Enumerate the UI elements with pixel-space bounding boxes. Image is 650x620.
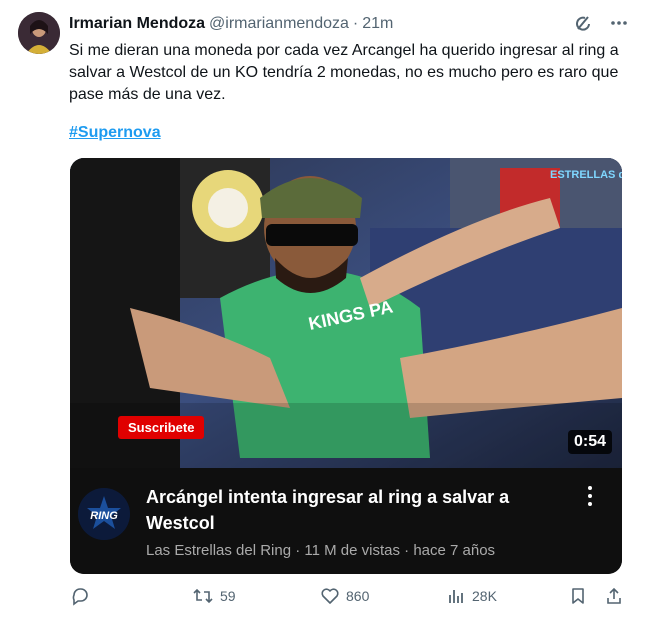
like-button[interactable]: 860: [320, 586, 369, 606]
tweet-time[interactable]: 21m: [362, 15, 393, 32]
author-name[interactable]: Irmarian Mendoza: [69, 15, 205, 32]
bookmark-button[interactable]: [568, 586, 588, 606]
channel-logo-text: RING: [90, 510, 118, 522]
tweet-actions: 59 860 28K: [70, 586, 630, 612]
tweet-text: Si me dieran una moneda por cada vez Arc…: [69, 42, 619, 103]
views-icon: [446, 586, 466, 606]
avatar[interactable]: [18, 12, 60, 54]
video-info: RING Arcángel intenta ingresar al ring a…: [70, 468, 622, 574]
tweet-header: Irmarian Mendoza @irmarianmendoza · 21m: [69, 14, 393, 34]
heart-icon: [320, 586, 340, 606]
like-count: 860: [346, 588, 370, 604]
views-count: 28K: [472, 588, 497, 604]
hashtag-link[interactable]: #Supernova: [69, 124, 161, 142]
video-more-icon[interactable]: [588, 486, 594, 506]
share-icon: [604, 586, 624, 606]
retweet-icon: [192, 586, 214, 606]
retweet-button[interactable]: 59: [192, 586, 236, 606]
views-button[interactable]: 28K: [446, 586, 497, 606]
grok-icon[interactable]: [572, 12, 594, 34]
separator-dot: ·: [352, 15, 359, 32]
video-card[interactable]: KINGS PA ESTRELLAS del RING Suscribete 0…: [70, 158, 622, 574]
tweet-top-actions: [572, 12, 630, 34]
retweet-count: 59: [220, 588, 236, 604]
reply-button[interactable]: [70, 586, 96, 606]
reply-icon: [70, 586, 90, 606]
video-meta: Las Estrellas del Ring · 11 M de vistas …: [146, 542, 496, 559]
share-button[interactable]: [604, 586, 624, 606]
subscribe-overlay: Suscribete: [118, 416, 205, 439]
author-handle[interactable]: @irmarianmendoza: [209, 15, 349, 32]
video-duration: 0:54: [567, 430, 612, 454]
more-icon[interactable]: [608, 12, 630, 34]
channel-logo[interactable]: RING: [78, 488, 130, 540]
bookmark-icon: [568, 586, 588, 606]
tweet[interactable]: Irmarian Mendoza @irmarianmendoza · 21m Si …: [0, 0, 650, 620]
channel-watermark: ESTRELLAS del RING: [550, 169, 622, 181]
video-title[interactable]: Arcángel intenta ingresar al ring a salv…: [146, 484, 556, 536]
